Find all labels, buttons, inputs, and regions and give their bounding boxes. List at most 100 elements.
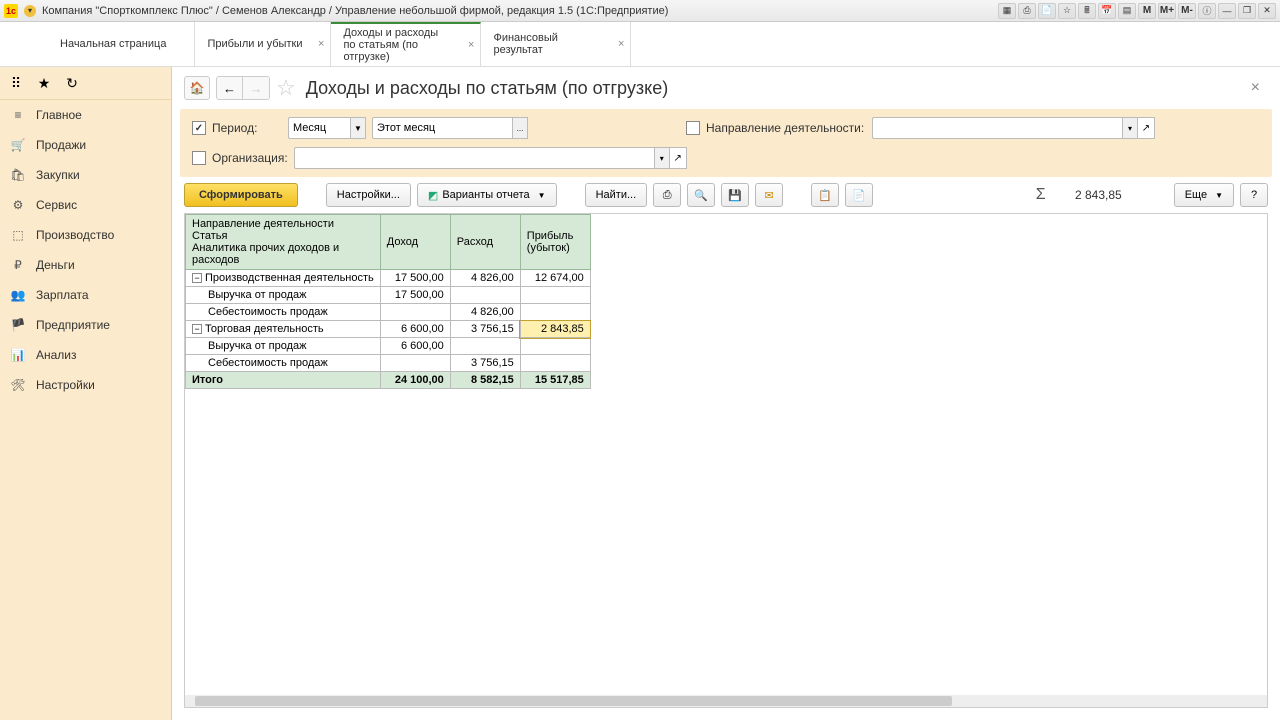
sidebar-item-sales[interactable]: 🛒Продажи	[0, 130, 171, 160]
sidebar-item-label: Деньги	[36, 258, 75, 272]
group-row[interactable]: −Торговая деятельность6 600,003 756,152 …	[186, 321, 591, 338]
app-menu-dropdown[interactable]: ▾	[24, 5, 36, 17]
total-row: Итого 24 100,00 8 582,15 15 517,85	[186, 372, 591, 389]
horizontal-scrollbar[interactable]	[185, 695, 1267, 707]
activity-checkbox[interactable]	[686, 121, 700, 135]
org-label: Организация:	[212, 151, 288, 165]
preview-button[interactable]: 🔍	[687, 183, 715, 207]
tabbar: Начальная страница Прибыли и убытки × До…	[0, 22, 1280, 67]
nav-forward-button[interactable]: →	[243, 77, 269, 99]
child-row[interactable]: Выручка от продаж17 500,00	[186, 287, 591, 304]
org-input[interactable]	[294, 147, 654, 169]
favorite-star-icon[interactable]: ☆	[276, 75, 296, 101]
email-button[interactable]: ✉	[755, 183, 783, 207]
tab-label: Прибыли и убытки	[207, 38, 302, 50]
sidebar-star-icon[interactable]: ★	[34, 73, 54, 93]
group-row[interactable]: −Производственная деятельность17 500,004…	[186, 270, 591, 287]
sidebar-item-money[interactable]: ₽Деньги	[0, 250, 171, 280]
app-window: 1c ▾ Компания "Спорткомплекс Плюс" / Сем…	[0, 0, 1280, 720]
child-row[interactable]: Себестоимость продаж4 826,00	[186, 304, 591, 321]
col-income: Доход	[387, 236, 418, 248]
tab-close-icon[interactable]: ×	[318, 38, 324, 50]
tb-mplus-icon[interactable]: M+	[1158, 3, 1176, 19]
period-value-pick[interactable]: ...	[512, 117, 528, 139]
sidebar-item-label: Главное	[36, 108, 82, 122]
tb-calendar-icon[interactable]: 📅	[1098, 3, 1116, 19]
variants-button[interactable]: ◩Варианты отчета▼	[417, 183, 557, 207]
tab-label: Финансовый результат	[493, 32, 602, 56]
sidebar-item-main[interactable]: ≡Главное	[0, 100, 171, 130]
tree-toggle-icon[interactable]: −	[192, 324, 202, 334]
period-value-input[interactable]: Этот месяц	[372, 117, 512, 139]
paste-button[interactable]: 📄	[845, 183, 873, 207]
sidebar-item-label: Настройки	[36, 378, 95, 392]
tb-screenshot-icon[interactable]: ▦	[998, 3, 1016, 19]
sidebar-item-analysis[interactable]: 📊Анализ	[0, 340, 171, 370]
generate-button[interactable]: Сформировать	[184, 183, 298, 207]
sidebar-top: ⠿ ★ ↻	[0, 67, 171, 100]
more-button[interactable]: Еще▼	[1174, 183, 1234, 207]
tb-link-icon[interactable]: ☆	[1058, 3, 1076, 19]
tb-copy-icon[interactable]: 📄	[1038, 3, 1056, 19]
tab-income-expense[interactable]: Доходы и расходы по статьям (по отгрузке…	[331, 22, 481, 66]
page-close-icon[interactable]: ×	[1243, 79, 1268, 97]
sidebar-item-label: Закупки	[36, 168, 80, 182]
child-row[interactable]: Себестоимость продаж3 756,15	[186, 355, 591, 372]
window-minimize-icon[interactable]: —	[1218, 3, 1236, 19]
period-type-input[interactable]: Месяц	[288, 117, 350, 139]
sidebar-item-label: Анализ	[36, 348, 77, 362]
sidebar-item-label: Сервис	[36, 198, 77, 212]
filter-bar: Период: Месяц ▼ Этот месяц ... Направлен…	[180, 109, 1272, 177]
tb-info-icon[interactable]: ⓘ	[1198, 3, 1216, 19]
settings-button[interactable]: Настройки...	[326, 183, 411, 207]
activity-open-button[interactable]: ↗	[1137, 117, 1155, 139]
tab-profit-loss[interactable]: Прибыли и убытки ×	[195, 22, 331, 66]
activity-dropdown[interactable]: ▾	[1122, 117, 1138, 139]
sidebar-apps-icon[interactable]: ⠿	[6, 73, 26, 93]
sidebar-item-production[interactable]: ⬚ Производство	[0, 220, 171, 250]
sidebar-item-purchases[interactable]: 🛍Закупки	[0, 160, 171, 190]
tb-print-icon[interactable]: ⎙	[1018, 3, 1036, 19]
sidebar-history-icon[interactable]: ↻	[62, 73, 82, 93]
period-type-dropdown[interactable]: ▼	[350, 117, 366, 139]
tb-mminus-icon[interactable]: M-	[1178, 3, 1196, 19]
activity-input[interactable]	[872, 117, 1122, 139]
org-dropdown[interactable]: ▾	[654, 147, 670, 169]
sidebar-item-label: Предприятие	[36, 318, 110, 332]
content-header: 🏠 ← → ☆ Доходы и расходы по статьям (по …	[172, 67, 1280, 109]
find-button[interactable]: Найти...	[585, 183, 648, 207]
page-title: Доходы и расходы по статьям (по отгрузке…	[306, 78, 668, 99]
window-close-icon[interactable]: ✕	[1258, 3, 1276, 19]
copy-button[interactable]: 📋	[811, 183, 839, 207]
help-button[interactable]: ?	[1240, 183, 1268, 207]
child-row[interactable]: Выручка от продаж6 600,00	[186, 338, 591, 355]
tb-grid-icon[interactable]: ▤	[1118, 3, 1136, 19]
window-title: Компания "Спорткомплекс Плюс" / Семенов …	[42, 5, 998, 17]
org-open-button[interactable]: ↗	[669, 147, 687, 169]
sidebar-item-enterprise[interactable]: 🏴 Предприятие	[0, 310, 171, 340]
org-checkbox[interactable]	[192, 151, 206, 165]
sidebar-item-settings[interactable]: 🛠Настройки	[0, 370, 171, 400]
sidebar-item-salary[interactable]: 👥Зарплата	[0, 280, 171, 310]
nav-back-button[interactable]: ←	[217, 77, 243, 99]
home-button[interactable]: 🏠	[184, 76, 210, 100]
window-maximize-icon[interactable]: ❐	[1238, 3, 1256, 19]
tab-label: Доходы и расходы по статьям (по отгрузке…	[343, 27, 452, 63]
tab-close-icon[interactable]: ×	[618, 38, 624, 50]
save-button[interactable]: 💾	[721, 183, 749, 207]
tab-close-icon[interactable]: ×	[468, 39, 474, 51]
tab-home[interactable]: Начальная страница	[48, 22, 195, 66]
print-button[interactable]: ⎙	[653, 183, 681, 207]
sidebar-item-service[interactable]: ⚙Сервис	[0, 190, 171, 220]
enterprise-icon: 🏴	[10, 317, 26, 333]
production-icon: ⬚	[10, 227, 26, 243]
tab-financial-result[interactable]: Финансовый результат ×	[481, 22, 631, 66]
main: ⠿ ★ ↻ ≡Главное 🛒Продажи 🛍Закупки ⚙Сервис…	[0, 67, 1280, 720]
salary-icon: 👥	[10, 287, 26, 303]
sidebar-item-label: Производство	[36, 228, 114, 242]
period-checkbox[interactable]	[192, 121, 206, 135]
tb-calc-icon[interactable]: 🖩	[1078, 3, 1096, 19]
tree-toggle-icon[interactable]: −	[192, 273, 202, 283]
tb-m-icon[interactable]: M	[1138, 3, 1156, 19]
titlebar-actions: ▦ ⎙ 📄 ☆ 🖩 📅 ▤ M M+ M- ⓘ — ❐ ✕	[998, 3, 1276, 19]
